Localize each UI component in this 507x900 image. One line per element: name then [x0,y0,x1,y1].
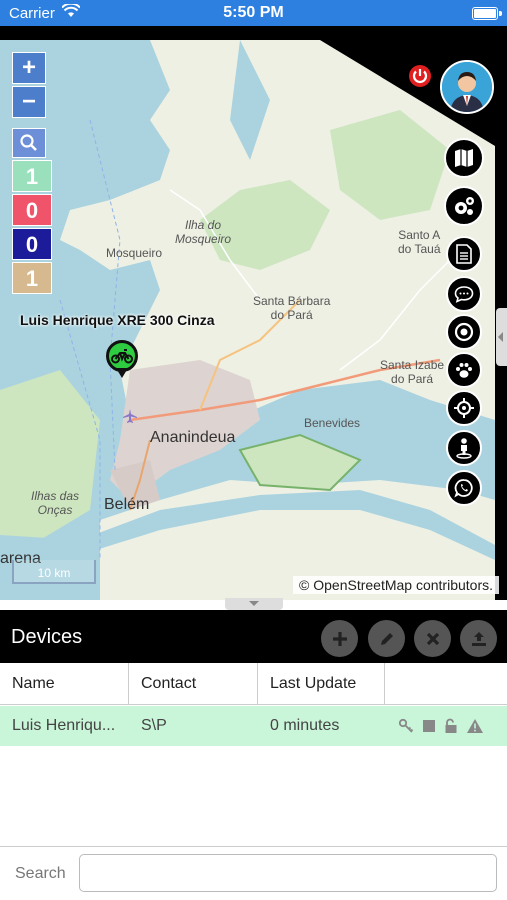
map-label: Santa Bárbara do Pará [253,294,331,322]
map-label: Belém [104,496,150,513]
upload-button[interactable] [460,620,497,657]
devices-title: Devices [11,626,83,648]
online-count-badge[interactable]: 1 [12,160,52,192]
clock: 5:50 PM [223,4,284,21]
reports-button[interactable] [446,236,482,272]
warning-icon [467,719,483,733]
map-search-button[interactable] [12,128,46,158]
locate-button[interactable] [446,390,482,426]
battery-icon [472,7,498,20]
user-avatar-image [442,62,492,112]
airport-icon [123,409,137,423]
target-icon [454,322,474,342]
battery-tip [499,11,502,16]
cell-contact: S\P [141,717,167,734]
user-avatar[interactable] [440,60,494,114]
motorcycle-icon [111,349,133,364]
settings-button[interactable] [444,186,484,226]
search-bar: Search [0,846,507,900]
map-label: Ananindeua [150,429,236,446]
status-bar: Carrier 5:50 PM [0,0,507,26]
zoom-in-button[interactable]: + [12,52,46,84]
map-view[interactable]: Ilha do Mosqueiro Mosqueiro Santa Bárbara… [0,26,507,600]
add-device-button[interactable] [321,620,358,657]
map-scale: 10 km [12,560,96,584]
close-icon [426,632,439,645]
map-label: Mosqueiro [106,246,163,260]
plus-icon [332,631,347,646]
whatsapp-icon [454,479,473,498]
bottom-panel-handle[interactable] [225,598,283,610]
map-label: Ilha do Mosqueiro [175,218,232,246]
key-icon [398,718,414,733]
paw-icon [456,363,472,378]
logout-button[interactable] [408,64,432,88]
whatsapp-button[interactable] [446,470,482,506]
map-label: Santo Ado Tauá [398,228,441,256]
unknown-count-badge[interactable]: 1 [12,262,52,294]
row-status-icons [398,717,484,735]
column-header-contact[interactable]: Contact [129,663,258,705]
chat-icon [454,286,474,303]
geofence-button[interactable] [446,314,482,350]
unlock-icon [445,718,457,733]
side-panel-handle[interactable] [496,308,507,366]
street-view-button[interactable] [446,430,482,466]
cell-last-update: 0 minutes [270,717,340,734]
upload-icon [471,631,486,646]
devices-table-header: Name Contact Last Update [0,663,507,705]
messages-button[interactable] [446,276,482,312]
map-layers-button[interactable] [444,138,484,178]
zoom-out-button[interactable]: − [12,86,46,118]
search-icon [20,134,37,151]
person-pin-icon [456,438,472,459]
devices-header: Devices [0,610,507,663]
power-icon [409,65,431,87]
edit-device-button[interactable] [368,620,405,657]
remove-device-button[interactable] [414,620,451,657]
stopped-count-badge[interactable]: 0 [12,228,52,260]
pencil-icon [380,632,393,645]
map-label: Benevides [304,416,361,430]
table-row[interactable]: Luis Henriqu... S\P 0 minutes [0,706,507,746]
device-marker-pin [116,368,128,378]
trail-button[interactable] [446,352,482,388]
map-label: Santa Izabe do Pará [380,358,445,386]
crosshair-icon [454,398,474,418]
cell-name: Luis Henriqu... [12,717,116,734]
column-header-last-update[interactable]: Last Update [258,663,385,705]
offline-count-badge[interactable]: 0 [12,194,52,226]
device-map-label[interactable]: Luis Henrique XRE 300 Cinza [20,312,215,328]
stop-icon [423,720,435,732]
map-icon [455,149,473,167]
search-label: Search [15,865,66,882]
map-attribution[interactable]: © OpenStreetMap contributors. [293,576,499,594]
map-label: Ilhas das Onças [31,489,80,517]
table-empty-area [0,746,507,846]
document-icon [456,244,472,264]
search-input[interactable] [79,854,497,892]
settings-icon [455,197,474,215]
column-header-name[interactable]: Name [0,663,129,705]
